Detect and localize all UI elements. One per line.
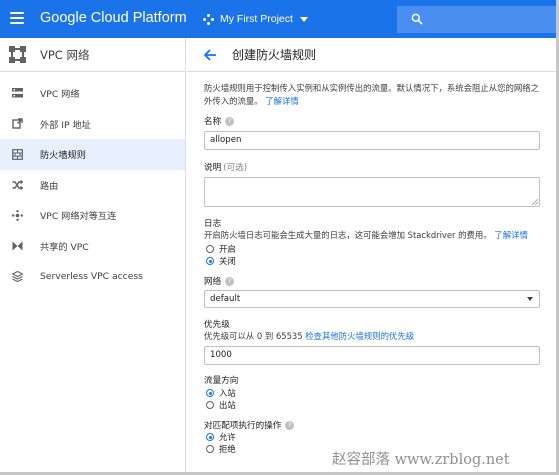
direction-ingress-radio[interactable]: 入站 xyxy=(206,387,542,399)
resize-grip-icon[interactable] xyxy=(532,199,538,205)
peering-icon xyxy=(11,209,23,221)
description-label-text: 说明 xyxy=(204,163,222,173)
sidebar: VPC 网络 VPC 网络 外部 IP 地址 防火墙规则 路由 VPC 网络对等… xyxy=(0,38,186,475)
top-app-bar: Google Cloud Platform My First Project xyxy=(0,0,559,38)
project-selector[interactable]: My First Project xyxy=(203,11,308,27)
vpc-networks-icon xyxy=(11,87,23,99)
radio-button[interactable] xyxy=(206,401,214,409)
direction-label: 流量方向 xyxy=(204,376,239,386)
help-icon[interactable]: ? xyxy=(285,420,295,430)
search-icon xyxy=(411,13,423,25)
sidebar-item-vpc-networks[interactable]: VPC 网络 xyxy=(0,78,185,109)
project-name: My First Project xyxy=(220,13,293,25)
radio-button[interactable] xyxy=(206,445,214,453)
intro-learn-more-link[interactable]: 了解详情 xyxy=(265,96,299,106)
priority-check-link[interactable]: 检查其他防火墙规则的优先级 xyxy=(305,331,414,341)
name-label: 名称 ? xyxy=(204,115,542,127)
sidebar-item-label: 共享的 VPC xyxy=(40,241,89,253)
radio-label: 拒绝 xyxy=(219,444,236,454)
radio-label: 允许 xyxy=(219,432,236,442)
direction-egress-radio[interactable]: 出站 xyxy=(206,399,542,411)
logs-text: 开启防火墙日志可能会生成大量的日志，这可能会增加 Stackdriver 的费用… xyxy=(204,230,492,240)
logs-off-radio[interactable]: 关闭 xyxy=(206,255,542,267)
sidebar-item-label: VPC 网络对等互连 xyxy=(40,211,117,223)
dropdown-arrow-icon xyxy=(527,297,533,301)
network-label-text: 网络 xyxy=(204,277,222,287)
radio-label: 出站 xyxy=(219,400,236,410)
sidebar-item-label: VPC 网络 xyxy=(40,89,80,101)
name-input[interactable]: allopen xyxy=(204,131,540,150)
sidebar-item-peering[interactable]: VPC 网络对等互连 xyxy=(0,200,185,231)
firewall-icon xyxy=(11,148,23,160)
network-select[interactable]: default xyxy=(204,290,540,308)
intro-description: 防火墙规则用于控制传入实例和从实例传出的流量。默认情况下，系统会阻止从您的网络之… xyxy=(204,83,539,106)
logs-description: 开启防火墙日志可能会生成大量的日志，这可能会增加 Stackdriver 的费用… xyxy=(204,229,540,241)
project-dots-icon xyxy=(203,13,214,25)
description-label: 说明 (可选) xyxy=(204,161,542,173)
search-box[interactable] xyxy=(397,6,559,33)
radio-button-selected[interactable] xyxy=(206,257,214,265)
action-allow-radio[interactable]: 允许 xyxy=(206,431,542,443)
shared-vpc-icon xyxy=(11,240,23,252)
radio-label: 入站 xyxy=(219,388,236,398)
external-ip-icon xyxy=(11,118,23,130)
vpc-network-icon xyxy=(9,46,26,63)
sidebar-item-shared-vpc[interactable]: 共享的 VPC xyxy=(0,231,185,262)
priority-input[interactable]: 1000 xyxy=(204,346,540,365)
sidebar-title: VPC 网络 xyxy=(40,47,90,62)
name-label-text: 名称 xyxy=(204,117,222,127)
logs-label: 日志 xyxy=(204,219,222,229)
page-header: 创建防火墙规则 xyxy=(187,38,559,72)
chevron-down-icon xyxy=(299,16,308,22)
sidebar-item-routes[interactable]: 路由 xyxy=(0,170,185,201)
sidebar-item-label: 外部 IP 地址 xyxy=(40,119,91,131)
sidebar-item-firewall-rules[interactable]: 防火墙规则 xyxy=(0,139,185,170)
help-icon[interactable]: ? xyxy=(225,276,235,286)
page-title: 创建防火墙规则 xyxy=(232,48,317,62)
help-icon[interactable]: ? xyxy=(225,116,235,126)
radio-button[interactable] xyxy=(206,245,214,253)
description-textarea[interactable] xyxy=(204,177,540,207)
priority-text: 优先级可以从 0 到 65535 xyxy=(204,331,303,341)
radio-label: 开启 xyxy=(219,244,236,254)
arrow-back-icon[interactable] xyxy=(203,48,217,62)
sidebar-item-label: Serverless VPC access xyxy=(40,270,143,282)
sidebar-item-label: 路由 xyxy=(40,180,59,192)
network-label: 网络 ? xyxy=(204,275,542,287)
main-panel: 创建防火墙规则 防火墙规则用于控制传入实例和从实例传出的流量。默认情况下，系统会… xyxy=(187,38,559,475)
action-label-text: 对匹配项执行的操作 xyxy=(204,421,282,431)
form: 防火墙规则用于控制传入实例和从实例传出的流量。默认情况下，系统会阻止从您的网络之… xyxy=(187,72,559,455)
sidebar-item-external-ip[interactable]: 外部 IP 地址 xyxy=(0,109,185,140)
serverless-icon xyxy=(11,270,23,282)
radio-button-selected[interactable] xyxy=(206,389,214,397)
sidebar-item-label: 防火墙规则 xyxy=(40,150,86,162)
radio-label: 关闭 xyxy=(219,256,236,266)
intro-text: 防火墙规则用于控制传入实例和从实例传出的流量。默认情况下，系统会阻止从您的网络之… xyxy=(204,82,542,107)
action-label: 对匹配项执行的操作 ? xyxy=(204,419,542,431)
menu-icon[interactable] xyxy=(10,12,24,24)
priority-label: 优先级 xyxy=(204,320,230,330)
network-selected-value: default xyxy=(210,294,241,304)
sidebar-header: VPC 网络 xyxy=(0,38,185,72)
product-brand[interactable]: Google Cloud Platform xyxy=(40,10,187,26)
optional-hint: (可选) xyxy=(223,163,248,173)
logs-on-radio[interactable]: 开启 xyxy=(206,243,542,255)
logs-learn-more-link[interactable]: 了解详情 xyxy=(494,230,528,240)
sidebar-item-serverless-vpc[interactable]: Serverless VPC access xyxy=(0,261,185,292)
priority-description: 优先级可以从 0 到 65535 检查其他防火墙规则的优先级 xyxy=(204,330,540,342)
watermark: 赵容部落 www.zrblog.net xyxy=(332,452,510,468)
radio-button-selected[interactable] xyxy=(206,433,214,441)
routes-icon xyxy=(11,179,23,191)
